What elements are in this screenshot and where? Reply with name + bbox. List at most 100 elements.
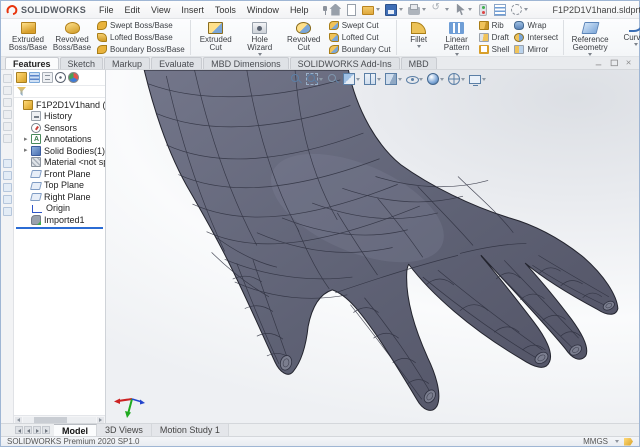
ribbon-button[interactable]: Linear Pattern — [438, 20, 476, 56]
ribbon-button[interactable]: Intersect — [512, 32, 560, 43]
menu-item[interactable]: Tools — [210, 4, 241, 16]
tab-next-icon[interactable] — [33, 426, 41, 434]
featuremanager-tab-icon[interactable] — [29, 72, 40, 83]
ribbon-button[interactable]: Boundary Cut — [327, 44, 393, 55]
ribbon-button[interactable]: Reference Geometry — [567, 20, 613, 56]
ribbon-button[interactable]: Draft — [477, 32, 512, 43]
dropdown-caret-icon[interactable] — [377, 78, 381, 81]
graphics-viewport[interactable] — [106, 70, 639, 423]
quick-access-button[interactable] — [383, 3, 405, 17]
view-tool-button[interactable] — [343, 73, 360, 85]
doc-close-icon[interactable] — [625, 59, 632, 66]
docked-tool-icon[interactable] — [3, 122, 12, 131]
dropdown-caret-icon[interactable] — [524, 8, 528, 11]
view-tool-button[interactable] — [364, 73, 381, 85]
tab-first-icon[interactable] — [15, 426, 23, 434]
quick-access-button[interactable] — [475, 3, 491, 17]
ribbon-button[interactable]: Swept Cut — [327, 20, 393, 31]
docked-tool-icon[interactable] — [3, 86, 12, 95]
dropdown-caret-icon[interactable] — [422, 8, 426, 11]
docked-tool-icon[interactable] — [3, 98, 12, 107]
menu-item[interactable]: Window — [242, 4, 284, 16]
docked-tool-icon[interactable] — [3, 74, 12, 83]
displaymanager-tab-icon[interactable] — [68, 72, 79, 83]
docked-tool-icon[interactable] — [3, 171, 12, 180]
view-tool-button[interactable] — [469, 74, 486, 84]
ribbon-button[interactable]: Lofted Boss/Base — [95, 32, 187, 43]
tree-item[interactable]: Annotations — [14, 134, 105, 146]
view-tool-button[interactable] — [385, 73, 402, 85]
tree-root-row[interactable]: F1P2D1V1hand (Default<<C — [14, 99, 105, 111]
hand-model[interactable] — [106, 70, 639, 423]
rollback-bar[interactable] — [16, 227, 103, 229]
filter-icon[interactable] — [17, 87, 26, 96]
ribbon-button[interactable]: Hole Wizard — [238, 20, 282, 56]
view-tool-button[interactable] — [327, 73, 339, 85]
command-tab[interactable]: Features — [5, 57, 59, 69]
tree-item[interactable]: Origin — [14, 203, 105, 215]
ribbon-button[interactable]: Revolved Boss/Base — [50, 20, 94, 56]
dropdown-caret-icon[interactable] — [376, 8, 380, 11]
docked-tool-icon[interactable] — [3, 195, 12, 204]
view-tool-button[interactable] — [448, 73, 465, 85]
document-tab[interactable]: 3D Views — [97, 424, 152, 436]
doc-minimize-icon[interactable] — [595, 59, 602, 66]
command-tab[interactable]: SOLIDWORKS Add-Ins — [290, 57, 400, 69]
command-tab[interactable]: MBD — [401, 57, 437, 69]
dropdown-caret-icon[interactable] — [399, 8, 403, 11]
view-tool-button[interactable] — [290, 73, 302, 85]
scroll-right-icon[interactable] — [97, 417, 104, 423]
tree-item[interactable]: Imported1 — [14, 214, 105, 226]
ribbon-button[interactable]: Curves — [613, 20, 640, 56]
dimxpert-tab-icon[interactable] — [55, 72, 66, 83]
ribbon-button[interactable]: Wrap — [512, 20, 560, 31]
command-tab[interactable]: Markup — [104, 57, 150, 69]
ribbon-button[interactable]: Swept Boss/Base — [95, 20, 187, 31]
menu-item[interactable]: View — [146, 4, 175, 16]
scroll-thumb[interactable] — [34, 417, 67, 423]
ribbon-button[interactable]: Lofted Cut — [327, 32, 393, 43]
tree-item[interactable]: Material <not specified> — [14, 157, 105, 169]
tree-item[interactable]: Top Plane — [14, 180, 105, 192]
dropdown-caret-icon[interactable] — [461, 78, 465, 81]
dropdown-caret-icon[interactable] — [468, 8, 472, 11]
ribbon-button[interactable]: Mirror — [512, 44, 560, 55]
command-tab[interactable]: MBD Dimensions — [203, 57, 289, 69]
quick-access-button[interactable] — [360, 3, 382, 16]
docked-tool-icon[interactable] — [3, 159, 12, 168]
tree-item[interactable]: History — [14, 111, 105, 123]
ribbon-button[interactable]: Extruded Cut — [194, 20, 238, 56]
tree-item[interactable]: Front Plane — [14, 168, 105, 180]
dropdown-caret-icon[interactable] — [440, 78, 444, 81]
quick-access-button[interactable] — [452, 3, 474, 17]
quick-access-button[interactable] — [492, 3, 508, 17]
dropdown-caret-icon[interactable] — [319, 78, 323, 81]
ribbon-button[interactable]: Rib — [477, 20, 512, 31]
view-tool-button[interactable] — [306, 73, 323, 85]
document-tab[interactable]: Model — [54, 424, 97, 436]
tab-last-icon[interactable] — [42, 426, 50, 434]
tree-item[interactable]: Right Plane — [14, 191, 105, 203]
command-tab[interactable]: Evaluate — [151, 57, 202, 69]
command-tab[interactable]: Sketch — [60, 57, 104, 69]
tab-prev-icon[interactable] — [24, 426, 32, 434]
dropdown-caret-icon[interactable] — [445, 8, 449, 11]
tree-item[interactable]: Sensors — [14, 122, 105, 134]
dropdown-caret-icon[interactable] — [419, 78, 423, 81]
scroll-left-icon[interactable] — [15, 417, 22, 423]
menu-item[interactable]: Edit — [120, 4, 146, 16]
menu-item[interactable]: File — [94, 4, 119, 16]
ribbon-button[interactable]: Shell — [477, 44, 512, 55]
ribbon-button[interactable]: Boundary Boss/Base — [95, 44, 187, 55]
quick-access-button[interactable] — [406, 4, 428, 16]
quick-access-button[interactable] — [344, 3, 359, 17]
ribbon-button[interactable]: Extruded Boss/Base — [6, 20, 50, 56]
tree-item[interactable]: Solid Bodies(1) — [14, 145, 105, 157]
expander-icon[interactable] — [24, 147, 31, 154]
docked-tool-icon[interactable] — [3, 207, 12, 216]
dropdown-caret-icon[interactable] — [398, 78, 402, 81]
tag-icon[interactable] — [624, 438, 633, 446]
scroll-track[interactable] — [23, 417, 96, 423]
ribbon-button[interactable]: Fillet — [400, 20, 438, 56]
propertymanager-tab-icon[interactable] — [42, 72, 53, 83]
